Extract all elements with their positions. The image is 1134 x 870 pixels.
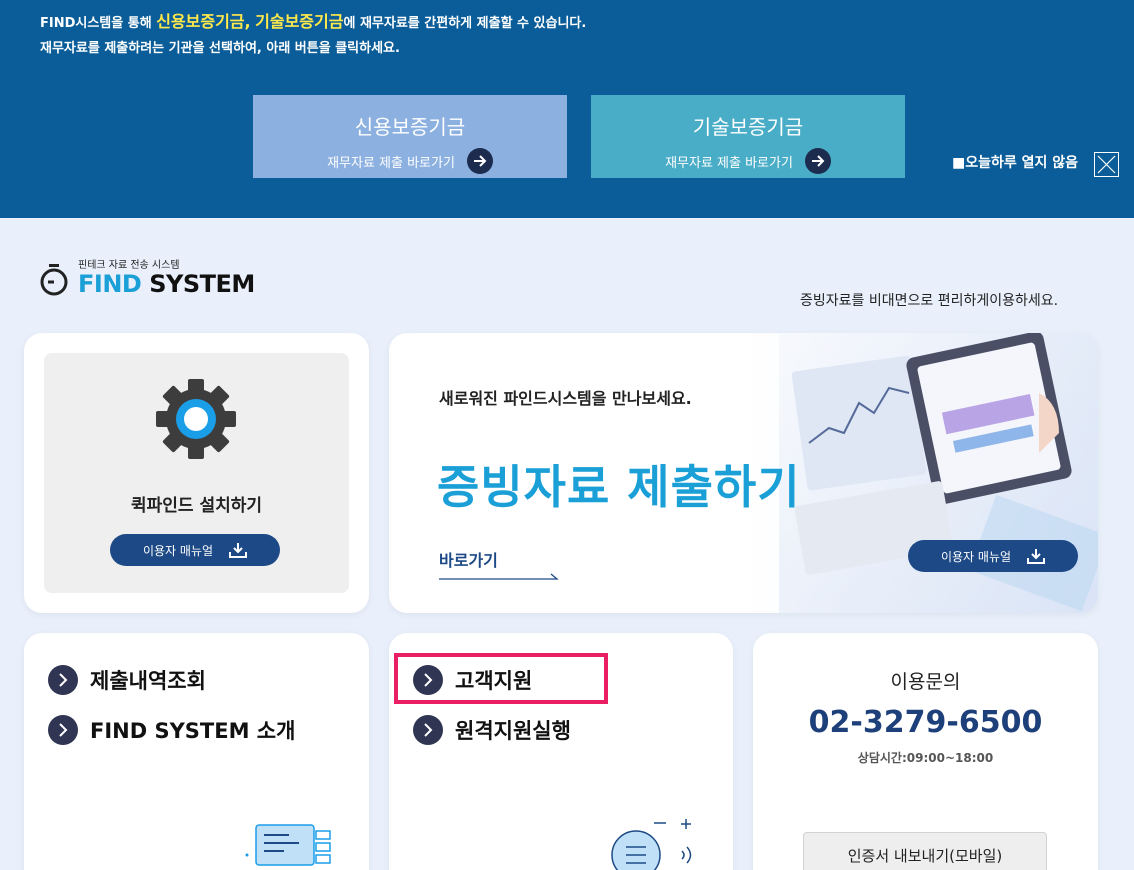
gear-icon <box>156 379 236 459</box>
monitor-icon <box>245 824 331 866</box>
arrow-right-icon <box>804 148 831 174</box>
banner-intro-suffix: 에 재무자료를 간편하게 제출할 수 있습니다. <box>343 16 587 31</box>
banner-fund-credit-text: 신용보증기금, <box>156 12 251 31</box>
goto-arrow-line <box>439 573 559 580</box>
credit-guarantee-fund-button[interactable]: 신용보증기금 재무자료 제출 바로가기 <box>253 95 567 178</box>
export-certificate-button[interactable]: 인증서 내보내기(모바일) <box>803 832 1047 870</box>
install-manual-button[interactable]: 이용자 매뉴얼 <box>110 534 280 566</box>
contact-card: 이용문의 02-3279-6500 상담시간:09:00~18:00 인증서 내… <box>753 633 1098 870</box>
banner-fund-tech-text: 기술보증기금 <box>255 12 344 31</box>
submit-manual-button[interactable]: 이용자 매뉴얼 <box>908 540 1078 572</box>
tech-guarantee-fund-button[interactable]: 기술보증기금 재무자료 제출 바로가기 <box>591 95 905 178</box>
evidence-submit-card: 새로워진 파인드시스템을 만나보세요. 증빙자료 제출하기 바로가기 이용자 매… <box>389 333 1098 613</box>
close-icon <box>1097 155 1116 174</box>
customer-support-link[interactable]: 고객지원 <box>413 665 532 695</box>
contact-hours: 상담시간:09:00~18:00 <box>857 751 994 765</box>
manual-button-label: 이용자 매뉴얼 <box>940 549 1012 564</box>
logo-system-text: SYSTEM <box>141 270 255 298</box>
submit-intro-text: 새로워진 파인드시스템을 만나보세요. <box>439 389 692 408</box>
menu-label: FIND SYSTEM 소개 <box>90 719 296 743</box>
fund-button-sub: 재무자료 제출 바로가기 <box>327 155 455 171</box>
stopwatch-icon <box>40 264 68 296</box>
tagline: 증빙자료를 비대면으로 편리하게이용하세요. <box>800 293 1059 309</box>
banner-intro-line: FIND시스템을 통해 신용보증기금, 기술보증기금에 재무자료를 간편하게 제… <box>40 8 586 32</box>
remote-support-link[interactable]: 원격지원실행 <box>413 715 571 745</box>
menu-label: 제출내역조회 <box>90 669 206 693</box>
find-system-logo[interactable]: 핀테크 자료 전송 시스템 FIND SYSTEM <box>38 256 255 297</box>
submit-headline: 증빙자료 제출하기 <box>437 460 801 514</box>
close-banner-button[interactable] <box>1094 152 1119 177</box>
quickfind-install-card: 퀵파인드 설치하기 이용자 매뉴얼 <box>24 333 369 613</box>
logo-find-text: FIND <box>78 270 142 298</box>
contact-phone: 02-3279-6500 <box>808 705 1043 740</box>
chevron-right-icon <box>48 665 78 695</box>
chevron-right-icon <box>413 715 443 745</box>
menu-label: 원격지원실행 <box>455 719 571 743</box>
dont-show-today-checkbox[interactable]: ■오늘하루 열지 않음 <box>952 152 1078 172</box>
logo-subtitle: 핀테크 자료 전송 시스템 <box>78 260 180 271</box>
menu-label: 고객지원 <box>455 669 533 693</box>
chevron-right-icon <box>413 665 443 695</box>
download-icon <box>229 543 248 558</box>
fund-button-name: 신용보증기금 <box>354 115 466 139</box>
find-system-intro-link[interactable]: FIND SYSTEM 소개 <box>48 715 295 745</box>
submission-history-link[interactable]: 제출내역조회 <box>48 665 206 695</box>
chevron-right-icon <box>48 715 78 745</box>
install-title: 퀵파인드 설치하기 <box>130 496 263 516</box>
menu-card-left: 제출내역조회 FIND SYSTEM 소개 <box>24 633 369 870</box>
banner-instruction: 재무자료를 제출하려는 기관을 선택하여, 아래 버튼을 클릭하세요. <box>40 41 400 56</box>
download-icon <box>1027 549 1046 564</box>
manual-button-label: 이용자 매뉴얼 <box>142 543 214 558</box>
top-banner: FIND시스템을 통해 신용보증기금, 기술보증기금에 재무자료를 간편하게 제… <box>0 0 1134 218</box>
banner-intro-prefix: FIND시스템을 통해 <box>40 16 157 31</box>
install-panel[interactable]: 퀵파인드 설치하기 이용자 매뉴얼 <box>44 353 349 593</box>
submit-goto-link[interactable]: 바로가기 <box>439 547 498 571</box>
fund-button-sub: 재무자료 제출 바로가기 <box>665 155 793 171</box>
fund-button-name: 기술보증기금 <box>692 115 804 139</box>
remote-support-icon <box>611 819 692 870</box>
arrow-right-icon <box>466 148 493 174</box>
menu-card-middle: 고객지원 원격지원실행 <box>389 633 733 870</box>
contact-title: 이용문의 <box>890 671 961 693</box>
logo-title: FIND SYSTEM <box>78 271 255 297</box>
